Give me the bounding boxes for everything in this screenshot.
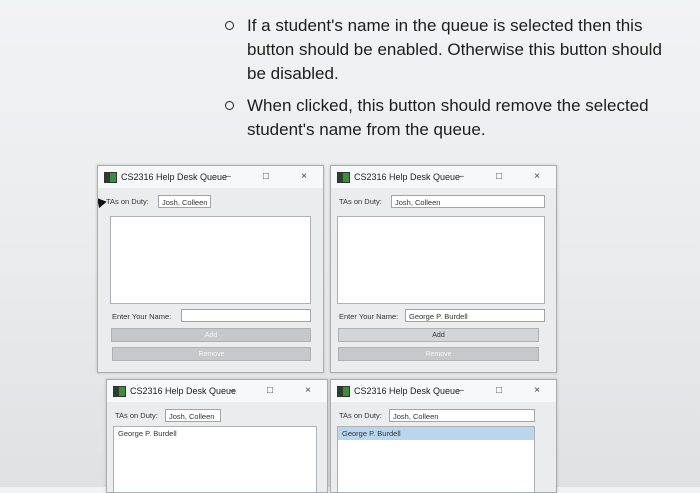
app-window: CS2316 Help Desk Queue – □ × TAs on Duty…	[97, 165, 324, 373]
close-icon[interactable]: ×	[289, 380, 327, 402]
remove-button[interactable]: Remove	[338, 347, 539, 361]
tas-field[interactable]: Josh, Colleen	[165, 409, 221, 422]
instruction-text: When clicked, this button should remove …	[247, 96, 649, 139]
minimize-icon[interactable]: –	[209, 166, 247, 188]
queue-list[interactable]	[337, 216, 545, 304]
tas-field[interactable]: Josh, Colleen	[389, 409, 535, 422]
instruction-item: If a student's name in the queue is sele…	[225, 14, 675, 86]
minimize-icon[interactable]: –	[213, 380, 251, 402]
title-bar[interactable]: CS2316 Help Desk Queue – □ ×	[331, 166, 556, 188]
app-icon	[337, 385, 350, 397]
tas-label: TAs on Duty:	[115, 411, 158, 420]
tas-label: TAs on Duty:	[339, 411, 382, 420]
name-label: Enter Your Name:	[339, 312, 399, 321]
name-input[interactable]: George P. Burdell	[405, 309, 545, 322]
add-button[interactable]: Add	[338, 328, 539, 342]
title-bar[interactable]: CS2316 Help Desk Queue – □ ×	[98, 166, 323, 188]
close-icon[interactable]: ×	[518, 166, 556, 188]
app-window: CS2316 Help Desk Queue – □ × TAs on Duty…	[106, 379, 328, 493]
app-icon	[104, 171, 117, 183]
maximize-icon[interactable]: □	[247, 166, 285, 188]
remove-button[interactable]: Remove	[112, 347, 311, 361]
minimize-icon[interactable]: –	[442, 380, 480, 402]
app-icon	[337, 171, 350, 183]
app-icon	[113, 385, 126, 397]
queue-list[interactable]: George P. Burdell	[337, 426, 535, 492]
add-button[interactable]: Add	[111, 328, 311, 342]
app-window: CS2316 Help Desk Queue – □ × TAs on Duty…	[330, 379, 557, 493]
title-bar[interactable]: CS2316 Help Desk Queue – □ ×	[331, 380, 556, 402]
queue-item[interactable]: George P. Burdell	[114, 427, 316, 440]
instruction-item: When clicked, this button should remove …	[225, 94, 675, 142]
tas-field[interactable]: Josh, Colleen	[158, 195, 211, 208]
instruction-list: If a student's name in the queue is sele…	[225, 14, 675, 142]
name-label: Enter Your Name:	[112, 312, 172, 321]
tas-label: TAs on Duty:	[339, 197, 382, 206]
title-bar[interactable]: CS2316 Help Desk Queue – □ ×	[107, 380, 327, 402]
queue-list[interactable]: George P. Burdell	[113, 426, 317, 492]
name-input[interactable]	[181, 309, 311, 322]
close-icon[interactable]: ×	[285, 166, 323, 188]
queue-list[interactable]	[110, 216, 311, 304]
app-window: CS2316 Help Desk Queue – □ × TAs on Duty…	[330, 165, 557, 373]
queue-item-selected[interactable]: George P. Burdell	[338, 427, 534, 440]
maximize-icon[interactable]: □	[480, 380, 518, 402]
bullet-circle-icon	[225, 101, 234, 110]
maximize-icon[interactable]: □	[251, 380, 289, 402]
maximize-icon[interactable]: □	[480, 166, 518, 188]
close-icon[interactable]: ×	[518, 380, 556, 402]
instruction-text: If a student's name in the queue is sele…	[247, 16, 662, 83]
minimize-icon[interactable]: –	[442, 166, 480, 188]
tas-label: TAs on Duty:	[106, 197, 149, 206]
tas-field[interactable]: Josh, Colleen	[391, 195, 545, 208]
bullet-circle-icon	[225, 21, 234, 30]
